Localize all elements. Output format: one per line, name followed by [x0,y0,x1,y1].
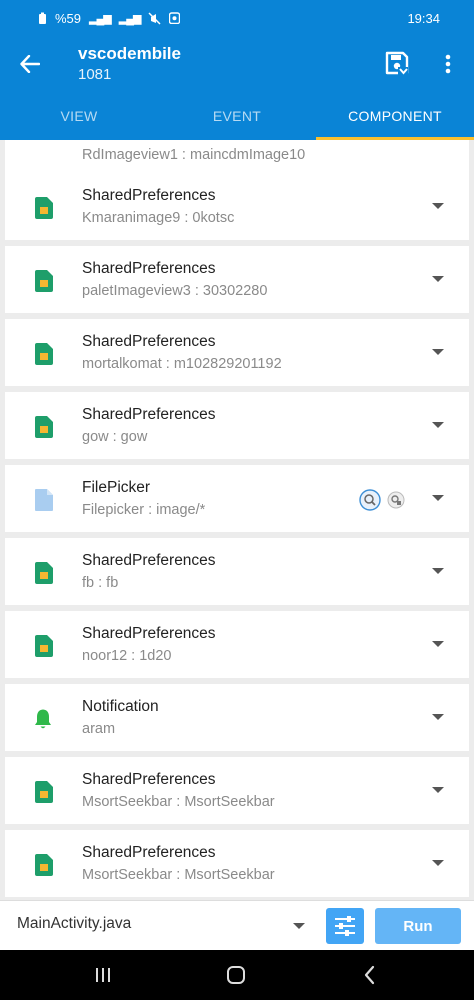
list-item[interactable]: SharedPreferences mortalkomat : m1028292… [5,319,469,386]
sharedpreferences-icon [35,270,53,292]
component-list[interactable]: RdImageview1 : maincdmImage10 SharedPref… [0,140,474,900]
settings-small-icon[interactable] [387,491,405,509]
list-item[interactable]: SharedPreferences gow : gow [5,392,469,459]
signal-icon: ▂▄▆ [89,12,112,25]
component-detail: Filepicker : image/* [82,502,206,518]
component-detail: Kmaranimage9 : 0kotsc [82,210,235,226]
run-button[interactable]: Run [375,908,461,944]
list-item[interactable]: RdImageview1 : maincdmImage10 [5,140,469,177]
list-item[interactable]: FilePicker Filepicker : image/* [5,465,469,532]
tab-view[interactable]: VIEW [0,92,158,140]
status-bar: %59 ▂▄▆ ▂▄▆ 19:34 [0,0,474,36]
list-item[interactable]: Notification aram [5,684,469,751]
project-title: vscodembile [78,44,181,63]
list-item[interactable]: SharedPreferences noor12 : 1d20 [5,611,469,678]
more-options-button[interactable] [434,50,462,78]
battery-level: %59 [55,10,82,26]
list-item[interactable]: SharedPreferences MsortSeekbar : MsortSe… [5,830,469,897]
chevron-down-icon[interactable] [431,493,445,503]
component-detail: RdImageview1 : maincdmImage10 [82,147,306,163]
tune-icon [335,916,355,936]
component-name: FilePicker [82,479,151,496]
component-name: Notification [82,698,159,715]
chevron-down-icon[interactable] [431,712,445,722]
component-detail: MsortSeekbar : MsortSeekbar [82,794,275,810]
file-select[interactable]: MainActivity.java [17,915,131,933]
home-icon[interactable] [224,963,248,987]
component-name: SharedPreferences [82,771,216,788]
sharedpreferences-icon [35,197,53,219]
mute-icon [148,11,161,25]
file-icon [35,489,53,511]
title-block: vscodembile 1081 [78,44,181,86]
chevron-down-icon[interactable] [431,274,445,284]
tab-component[interactable]: COMPONENT [316,92,474,140]
list-item[interactable]: SharedPreferences fb : fb [5,538,469,605]
component-detail: noor12 : 1d20 [82,648,172,664]
chevron-down-icon[interactable] [431,858,445,868]
chevron-down-icon[interactable] [431,785,445,795]
component-detail: gow : gow [82,429,148,445]
chevron-down-icon[interactable] [431,201,445,211]
build-settings-button[interactable] [326,908,364,944]
notification-app-icon [169,12,181,24]
component-name: SharedPreferences [82,187,216,204]
chevron-down-icon[interactable] [431,566,445,576]
component-detail: paletImageview3 : 30302280 [82,283,268,299]
sharedpreferences-icon [35,562,53,584]
component-name: SharedPreferences [82,552,216,569]
chevron-down-icon[interactable] [431,347,445,357]
tab-event[interactable]: EVENT [158,92,316,140]
status-icons: %59 ▂▄▆ ▂▄▆ [38,10,181,26]
component-name: SharedPreferences [82,844,216,861]
bottom-bar: MainActivity.java Run [0,900,474,950]
component-name: SharedPreferences [82,406,216,423]
more-vert-icon [445,54,451,74]
chevron-down-icon[interactable] [292,921,306,931]
sharedpreferences-icon [35,416,53,438]
status-time: 19:34 [407,10,440,26]
component-detail: fb : fb [82,575,119,591]
back-button[interactable] [14,48,46,80]
image-search-icon[interactable] [359,489,381,511]
chevron-down-icon[interactable] [431,420,445,430]
save-button[interactable] [384,50,412,78]
list-item[interactable]: SharedPreferences paletImageview3 : 3030… [5,246,469,313]
back-nav-icon[interactable] [358,963,382,987]
component-name: SharedPreferences [82,260,216,277]
component-detail: aram [82,721,116,737]
sharedpreferences-icon [35,343,53,365]
component-name: SharedPreferences [82,333,216,350]
arrow-left-icon [20,55,40,73]
battery-icon [39,12,46,24]
signal-icon-2: ▂▄▆ [118,12,142,25]
sharedpreferences-icon [35,781,53,803]
sharedpreferences-icon [35,854,53,876]
tab-bar: VIEW EVENT COMPONENT [0,92,474,140]
bell-icon [35,709,51,729]
sharedpreferences-icon [35,635,53,657]
chevron-down-icon[interactable] [431,639,445,649]
save-icon [385,51,409,75]
recent-apps-icon[interactable] [91,963,115,987]
list-item[interactable]: SharedPreferences MsortSeekbar : MsortSe… [5,757,469,824]
list-item[interactable]: SharedPreferences Kmaranimage9 : 0kotsc [5,173,469,240]
app-bar: vscodembile 1081 [0,36,474,92]
component-detail: mortalkomat : m102829201192 [82,356,282,372]
project-id: 1081 [78,66,112,83]
system-nav-bar [0,950,474,1000]
component-detail: MsortSeekbar : MsortSeekbar [82,867,275,883]
component-name: SharedPreferences [82,625,216,642]
